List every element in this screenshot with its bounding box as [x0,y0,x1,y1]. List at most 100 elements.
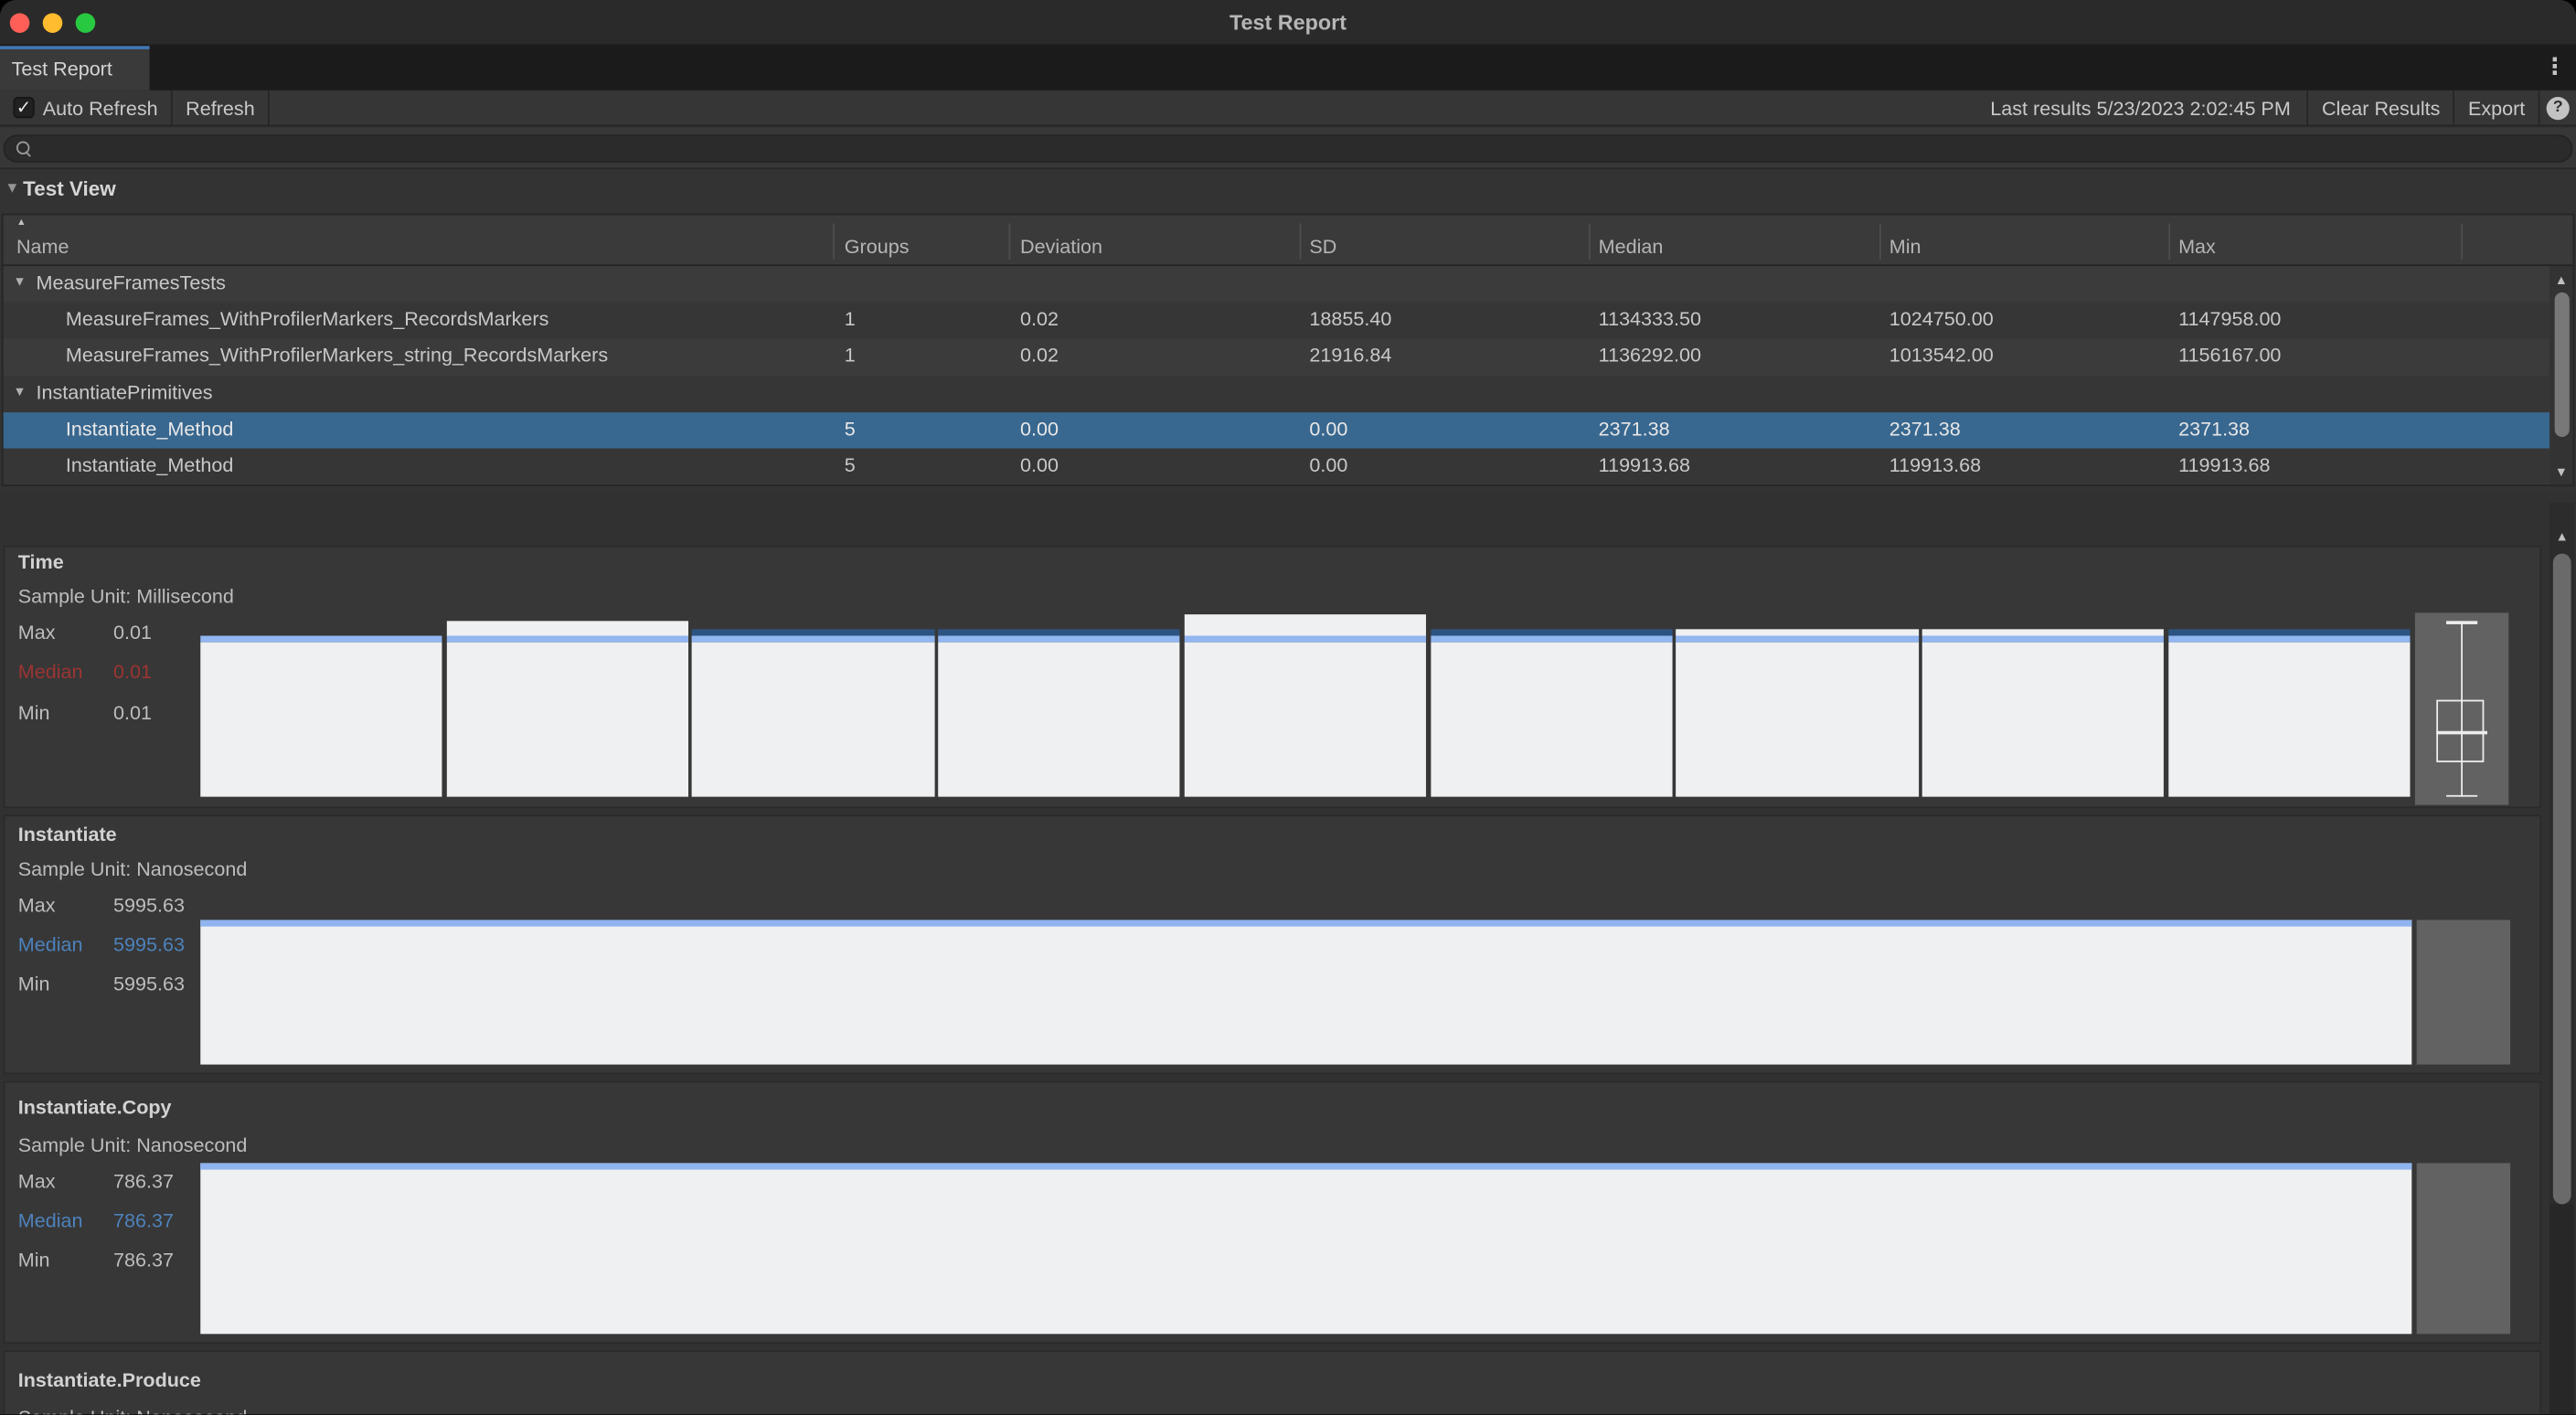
sample-group-title: Instantiate.Copy [18,1096,172,1119]
test-view-title: Test View [23,177,116,200]
bar-body [2168,643,2411,797]
column-header-max[interactable]: Max [2178,235,2216,258]
column-header-name[interactable]: Name [16,235,69,258]
auto-refresh-toggle[interactable]: ✓ Auto Refresh [0,90,173,125]
test-report-window: Test Report Test Report ⋮ ✓ Auto Refresh… [0,0,2576,1415]
test-view-collapse-icon[interactable]: ▼ [5,179,19,196]
table-scrollbar-thumb[interactable] [2554,293,2569,437]
column-separator[interactable] [1008,223,1010,260]
sample-bar-side-block [2417,1163,2510,1334]
median-value: 0.01 [113,660,152,683]
box-plot-max-cap [2446,621,2477,623]
bar-body [1922,643,2165,797]
column-separator[interactable] [2168,223,2170,260]
column-header-sd[interactable]: SD [1309,235,1336,258]
clear-results-button[interactable]: Clear Results [2307,90,2455,125]
bar-body [1677,643,1919,797]
search-icon [16,142,29,154]
median-label: Median [18,1209,83,1232]
table-group-row[interactable]: ▼MeasureFramesTests [4,266,2550,303]
histogram-bar [1677,629,1919,796]
sample-group-panel-time: TimeSample Unit: MillisecondMax0.01Media… [4,546,2542,809]
sample-group-panel-instantiate: InstantiateSample Unit: NanosecondMax599… [4,814,2542,1074]
median-value: 5995.63 [113,933,185,956]
sample-group-panel-instantiate.copy: Instantiate.Copy Sample Unit: Nanosecond M… [4,1081,2542,1345]
bar-median-band [200,636,442,643]
sample-group-scrollbar-thumb[interactable] [2553,554,2571,1205]
bar-upper-quartile-band [1431,629,1673,635]
max-label: Max [18,894,56,917]
histogram-bar [1431,629,1673,796]
help-button[interactable]: ? [2539,90,2576,125]
bar-upper-quartile-band [692,629,934,635]
toolbar-right: Last results 5/23/2023 2:02:45 PM Clear … [1974,90,2576,125]
table-row[interactable]: MeasureFrames_WithProfilerMarkers_string… [4,339,2550,376]
cell-max: 119913.68 [2178,453,2270,476]
window-title: Test Report [0,0,2576,46]
sample-group-panel-instantiate.produce: Instantiate.ProduceSample Unit: Nanoseco… [4,1350,2542,1415]
bar-median-band [2168,636,2411,643]
column-separator[interactable] [833,223,835,260]
min-label: Min [18,701,50,724]
export-button[interactable]: Export [2455,90,2540,125]
cell-max: 2371.38 [2178,417,2250,440]
scroll-up-icon[interactable]: ▲ [2549,272,2572,287]
column-separator[interactable] [1589,223,1591,260]
auto-refresh-label: Auto Refresh [43,96,158,119]
column-header-deviation[interactable]: Deviation [1020,235,1102,258]
auto-refresh-checkbox[interactable]: ✓ [13,97,34,118]
bar-body [692,643,934,797]
sample-group-scrollbar[interactable]: ▲ [2549,503,2574,1415]
histogram-bar [692,629,934,796]
column-separator[interactable] [1879,223,1881,260]
sort-ascending-icon: ▲ [16,218,27,229]
column-separator[interactable] [2461,223,2463,260]
export-label: Export [2468,96,2525,119]
sample-group-title: Time [18,550,64,573]
cell-deviation: 0.00 [1020,453,1059,476]
sample-group-title: Instantiate.Produce [18,1368,201,1391]
main-scroll-up-icon[interactable]: ▲ [2549,529,2574,544]
table-body: ▼MeasureFramesTestsMeasureFrames_WithPro… [4,266,2550,484]
search-input[interactable] [4,134,2573,163]
max-label: Max [18,621,56,644]
cell-sd: 0.00 [1309,417,1347,440]
cell-groups: 1 [845,307,856,330]
sample-bar [200,920,2411,1064]
table-row[interactable]: Instantiate_Method50.000.00119913.681199… [4,449,2550,485]
table-row[interactable]: MeasureFrames_WithProfilerMarkers_Record… [4,303,2550,339]
cell-sd: 18855.40 [1309,307,1391,330]
bar-upper-quartile-band [2168,629,2411,635]
sample-unit-label: Sample Unit: Nanosecond [18,1133,248,1156]
group-name: InstantiatePrimitives [37,380,213,403]
min-label: Min [18,1249,50,1271]
max-value: 786.37 [113,1170,174,1193]
cell-sd: 0.00 [1309,453,1347,476]
column-separator[interactable] [1300,223,1302,260]
column-header-median[interactable]: Median [1599,235,1664,258]
bar-max-cap [1185,614,1427,635]
time-distribution-chart [200,608,2410,797]
cell-median: 1136292.00 [1599,344,1701,367]
box-plot-median-line [2436,731,2486,734]
window-menu-icon[interactable]: ⋮ [2543,53,2566,81]
column-header-min[interactable]: Min [1889,235,1921,258]
table-scrollbar[interactable]: ▲ ▼ [2549,266,2572,484]
cell-min: 119913.68 [1889,453,1981,476]
min-value: 5995.63 [113,973,185,995]
search-row [0,128,2576,169]
table-group-row[interactable]: ▼ InstantiatePrimitives [4,376,2550,412]
group-collapse-icon[interactable]: ▼ [13,384,26,399]
scroll-down-icon[interactable]: ▼ [2549,465,2572,480]
title-bar: Test Report [0,0,2576,46]
table-row[interactable]: Instantiate_Method50.000.002371.382371.3… [4,412,2550,449]
cell-max: 1156167.00 [2178,344,2281,367]
max-value: 5995.63 [113,894,185,917]
refresh-button[interactable]: Refresh [173,90,270,125]
group-collapse-icon[interactable]: ▼ [13,274,26,289]
sample-unit-label: Sample Unit: Millisecond [18,585,234,608]
test-name: Instantiate_Method [66,417,233,440]
cell-groups: 5 [845,453,856,476]
column-header-groups[interactable]: Groups [845,235,910,258]
tab-test-report[interactable]: Test Report [0,46,150,90]
